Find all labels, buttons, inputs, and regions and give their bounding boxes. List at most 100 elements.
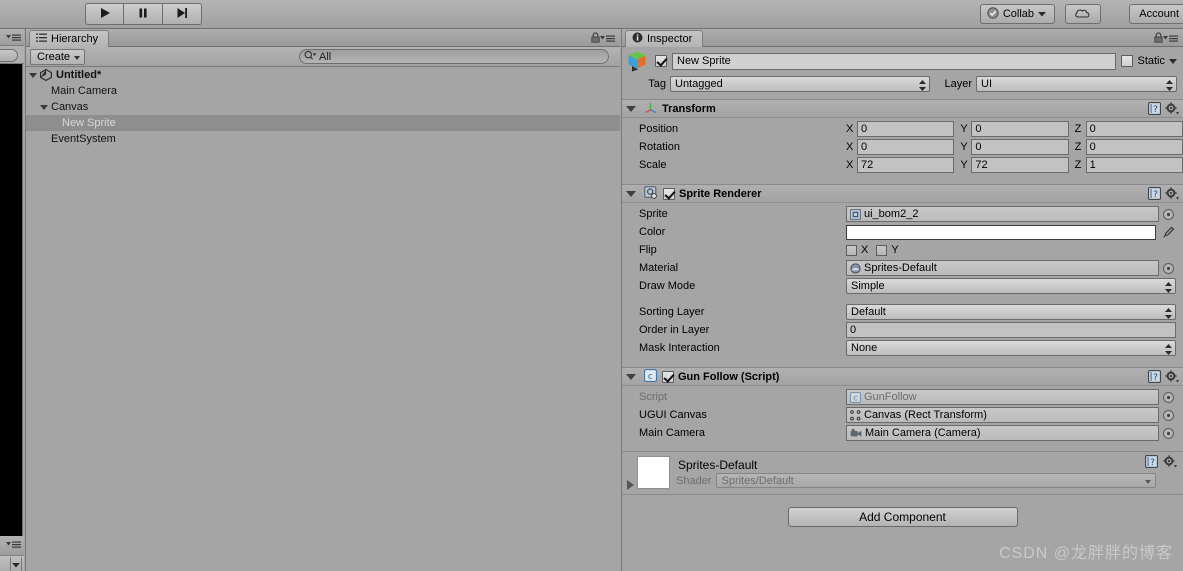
account-button[interactable]: Account	[1129, 4, 1183, 24]
static-checkbox[interactable]	[1121, 55, 1134, 67]
ugui-canvas-object-field[interactable]: Canvas (Rect Transform)	[846, 407, 1159, 423]
hierarchy-row-new-sprite[interactable]: New Sprite	[26, 115, 620, 131]
rotation-z-input[interactable]: 0	[1085, 139, 1183, 155]
position-y-input[interactable]: 0	[971, 121, 1069, 137]
sorting-layer-dropdown[interactable]: Default	[846, 304, 1176, 320]
axis-x-label: X	[846, 141, 854, 153]
flip-x-checkbox[interactable]	[846, 244, 857, 256]
hierarchy-item-label: New Sprite	[62, 117, 116, 129]
mask-interaction-value: None	[851, 342, 878, 354]
gun-follow-header[interactable]: c Gun Follow (Script) ?	[622, 368, 1183, 386]
tag-dropdown[interactable]: Untagged	[670, 75, 930, 92]
material-object-picker[interactable]	[1163, 262, 1174, 274]
main-camera-object-field[interactable]: Main Camera (Camera)	[846, 425, 1159, 441]
flip-y-checkbox[interactable]	[876, 244, 888, 256]
add-component-button[interactable]: Add Component	[787, 507, 1018, 527]
step-button[interactable]	[163, 3, 202, 25]
draw-mode-dropdown[interactable]: Simple	[846, 278, 1176, 294]
foldout-arrow-icon[interactable]	[627, 480, 634, 490]
tab-inspector[interactable]: Inspector	[625, 30, 704, 47]
inspector-panel: Inspector New Sprite Static Tag Untagged…	[621, 29, 1183, 571]
gear-icon[interactable]	[1165, 370, 1179, 386]
console-tab-icon-slot[interactable]	[11, 556, 22, 571]
sprite-renderer-icon	[644, 185, 658, 202]
mask-interaction-dropdown[interactable]: None	[846, 340, 1176, 356]
help-icon[interactable]: ?	[1148, 102, 1161, 118]
order-in-layer-input[interactable]: 0	[846, 322, 1176, 338]
position-z-input[interactable]: 0	[1085, 121, 1183, 137]
gameobject-name-input[interactable]: New Sprite	[672, 52, 1117, 70]
sprite-object-field[interactable]: ui_bom2_2	[846, 206, 1159, 222]
hierarchy-search-input[interactable]: All	[299, 49, 609, 64]
material-value: Sprites-Default	[864, 262, 937, 274]
hierarchy-row-scene[interactable]: Untitled*	[26, 67, 620, 83]
foldout-arrow-icon[interactable]	[40, 104, 48, 110]
sprite-renderer-header[interactable]: Sprite Renderer ?	[622, 185, 1183, 203]
scale-y-value: 72	[975, 159, 988, 171]
sprite-object-picker[interactable]	[1163, 208, 1174, 220]
collab-button[interactable]: Collab	[979, 4, 1055, 24]
chevron-updown-icon	[1165, 308, 1172, 322]
svg-text:?: ?	[1150, 458, 1155, 468]
play-button[interactable]	[85, 3, 124, 25]
help-icon[interactable]: ?	[1148, 370, 1161, 386]
transform-header[interactable]: Transform ?	[622, 100, 1183, 118]
gear-icon[interactable]	[1165, 102, 1179, 118]
rotation-x-input[interactable]: 0	[857, 139, 955, 155]
create-button[interactable]: Create	[30, 49, 86, 65]
scene-viewport[interactable]	[0, 64, 23, 536]
color-swatch-field[interactable]	[846, 224, 1156, 240]
help-icon[interactable]: ?	[1148, 187, 1161, 203]
hierarchy-icon	[36, 33, 47, 46]
lock-icon[interactable]	[1154, 32, 1163, 46]
scale-x-input[interactable]: 72	[857, 157, 955, 173]
pause-icon	[137, 7, 149, 22]
help-icon[interactable]: ?	[1145, 455, 1158, 471]
scene-view-toolbar	[0, 46, 24, 64]
static-toggle-group: Static	[1121, 55, 1179, 67]
project-tab-icon-slot[interactable]	[0, 556, 11, 571]
layer-dropdown[interactable]: UI	[976, 75, 1177, 92]
ugui-canvas-object-picker[interactable]	[1163, 409, 1174, 421]
panel-menu-icon[interactable]	[600, 34, 616, 46]
script-object-field: c GunFollow	[846, 389, 1159, 405]
lock-icon[interactable]	[591, 32, 600, 46]
shader-label: Shader	[676, 474, 712, 487]
foldout-arrow-icon[interactable]	[626, 105, 636, 112]
foldout-arrow-icon[interactable]	[29, 72, 37, 78]
static-dropdown-arrow-icon[interactable]	[1169, 58, 1177, 64]
hierarchy-row-eventsystem[interactable]: EventSystem	[26, 131, 620, 147]
panel-menu-icon[interactable]	[6, 33, 22, 45]
foldout-arrow-icon[interactable]	[626, 373, 636, 380]
panel-menu-icon[interactable]	[1163, 34, 1179, 46]
main-camera-object-picker[interactable]	[1163, 427, 1174, 439]
gear-icon[interactable]	[1165, 187, 1179, 203]
hierarchy-row-canvas[interactable]: Canvas	[26, 99, 620, 115]
tab-hierarchy[interactable]: Hierarchy	[29, 30, 110, 47]
sprite-row: Sprite ui_bom2_2	[622, 205, 1183, 223]
cloud-services-button[interactable]	[1065, 4, 1101, 24]
rotation-y-input[interactable]: 0	[971, 139, 1069, 155]
foldout-arrow-icon[interactable]	[626, 190, 636, 197]
hierarchy-tree: Untitled* Main Camera Canvas New Sprite …	[26, 67, 620, 571]
position-label: Position	[639, 123, 679, 135]
material-object-field[interactable]: Sprites-Default	[846, 260, 1159, 276]
gameobject-enabled-checkbox[interactable]	[655, 55, 667, 67]
component-gun-follow: c Gun Follow (Script) ? Script c GunFoll…	[622, 367, 1183, 446]
gear-icon[interactable]	[1163, 455, 1177, 471]
create-button-label: Create	[37, 51, 71, 63]
hierarchy-panel: Hierarchy Create All Untitled* Main Came…	[25, 29, 620, 571]
scale-z-input[interactable]: 1	[1085, 157, 1183, 173]
shader-dropdown[interactable]: Sprites/Default	[716, 473, 1157, 488]
flip-row: Flip X Y	[622, 241, 1183, 259]
eyedropper-icon[interactable]	[1162, 226, 1175, 239]
pause-button[interactable]	[124, 3, 163, 25]
scene-view-pill-control[interactable]	[0, 49, 18, 62]
panel-menu-icon-bottom[interactable]	[6, 540, 22, 552]
sprite-renderer-enabled-checkbox[interactable]	[663, 187, 675, 200]
position-x-input[interactable]: 0	[857, 121, 955, 137]
tag-layer-row: Tag Untagged Layer UI	[626, 74, 1179, 93]
scale-y-input[interactable]: 72	[971, 157, 1069, 173]
hierarchy-row-main-camera[interactable]: Main Camera	[26, 83, 620, 99]
gun-follow-enabled-checkbox[interactable]	[662, 370, 674, 383]
